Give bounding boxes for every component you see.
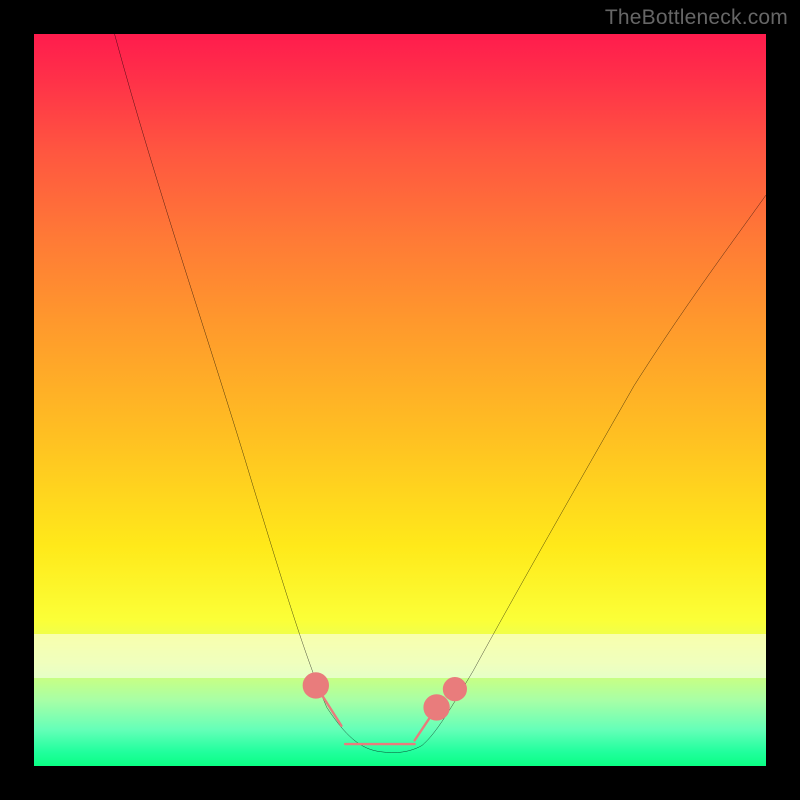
right-marker-cap — [427, 698, 446, 717]
bottom-markers — [306, 676, 463, 744]
watermark-text: TheBottleneck.com — [605, 6, 788, 30]
plot-area — [34, 34, 766, 766]
right-dot — [446, 681, 463, 698]
chart-frame: TheBottleneck.com — [0, 0, 800, 800]
curve-path — [115, 34, 766, 753]
bottleneck-curve — [34, 34, 766, 766]
left-marker-cap — [306, 676, 325, 695]
